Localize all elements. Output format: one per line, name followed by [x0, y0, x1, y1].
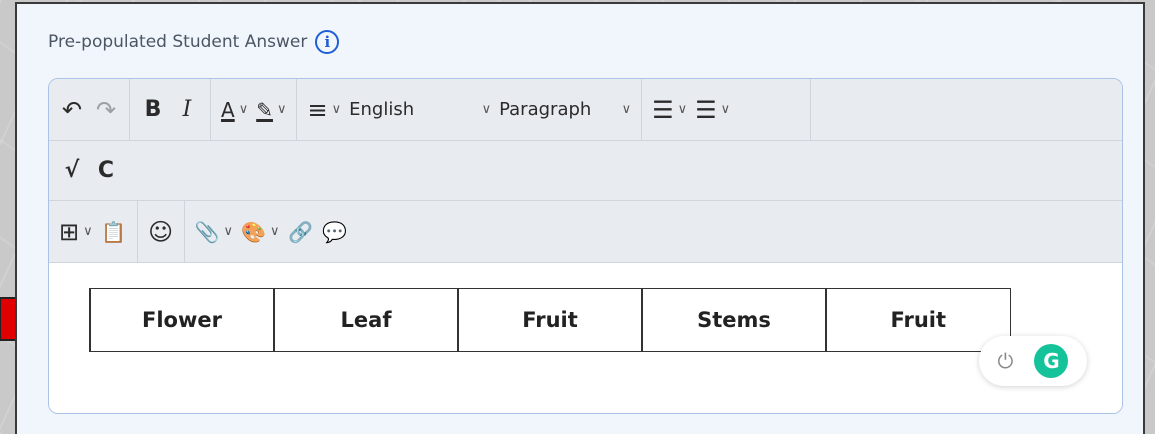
chevron-down-icon: ∨: [276, 102, 287, 117]
paperclip-icon: 📎: [194, 219, 220, 244]
emoji-icon[interactable]: ☺: [144, 212, 178, 252]
editor-content[interactable]: Flower Leaf Fruit Stems Fruit ⏻ G: [49, 263, 1122, 413]
chevron-down-icon: ∨: [720, 102, 731, 117]
section-label-text: Pre-populated Student Answer: [48, 32, 308, 52]
link-icon[interactable]: 🔗: [283, 212, 317, 252]
redo-icon[interactable]: ↷: [89, 90, 123, 130]
word-table[interactable]: Flower Leaf Fruit Stems Fruit: [89, 288, 1011, 352]
table-cell[interactable]: Fruit: [825, 288, 1011, 352]
list-group: ☰ ∨ ☰ ∨: [641, 79, 812, 140]
numbered-list-icon: ☰: [652, 95, 674, 124]
chevron-down-icon: ∨: [269, 224, 280, 239]
table-button[interactable]: ⊞ ∨: [55, 212, 97, 252]
numbered-list-button[interactable]: ☰ ∨: [648, 90, 691, 130]
grammarly-widget: ⏻ G: [979, 336, 1087, 386]
table-row: Flower Leaf Fruit Stems Fruit: [89, 288, 1011, 352]
bullet-list-button[interactable]: ☰ ∨: [691, 90, 734, 130]
grammarly-logo-icon[interactable]: G: [1034, 344, 1069, 378]
color-group: A ∨ ✎ ∨: [211, 79, 298, 140]
table-icon: ⊞: [59, 217, 80, 246]
palette-button[interactable]: 🎨 ∨: [237, 212, 283, 252]
chevron-down-icon: ∨: [223, 224, 234, 239]
toolbar-row-3: ⊞ ∨ 📋 ☺ 📎 ∨ 🎨 ∨ 🔗 💬: [49, 201, 1122, 263]
highlight-button[interactable]: ✎ ∨: [252, 90, 290, 130]
insert-group: 📎 ∨ 🎨 ∨ 🔗 💬: [185, 201, 358, 262]
block-format-value: Paragraph: [499, 99, 592, 120]
font-color-button[interactable]: A ∨: [217, 90, 252, 130]
toolbar-row-1: ↶ ↷ B I A ∨ ✎ ∨ ≡ ∨ English ∨ Paragraph …: [49, 79, 1122, 141]
section-heading: Pre-populated Student Answer i: [48, 30, 340, 54]
comment-icon[interactable]: 💬: [317, 212, 351, 252]
highlighter-icon: ✎: [256, 97, 273, 122]
emoji-group: ☺: [138, 201, 185, 262]
chevron-down-icon: ∨: [677, 102, 688, 117]
language-value: English: [349, 99, 415, 120]
align-left-icon: ≡: [307, 95, 328, 124]
chevron-down-icon: ∨: [238, 102, 249, 117]
undo-icon[interactable]: ↶: [55, 90, 89, 130]
info-icon[interactable]: i: [315, 30, 340, 54]
format-group: B I: [130, 79, 211, 140]
palette-icon: 🎨: [241, 219, 266, 244]
chemistry-icon[interactable]: C: [89, 151, 123, 191]
table-cell[interactable]: Fruit: [457, 288, 643, 352]
power-icon[interactable]: ⏻: [998, 349, 1014, 373]
chevron-down-icon: ∨: [83, 224, 93, 239]
paste-text-icon[interactable]: 📋: [97, 212, 131, 252]
align-button[interactable]: ≡ ∨: [303, 90, 345, 130]
math-icon[interactable]: √: [55, 151, 89, 191]
table-cell[interactable]: Leaf: [273, 288, 459, 352]
italic-button[interactable]: I: [170, 90, 204, 130]
paragraph-group: ≡ ∨ English ∨ Paragraph ∨: [297, 79, 641, 140]
table-cell[interactable]: Flower: [89, 288, 275, 352]
bullet-list-icon: ☰: [695, 95, 717, 124]
history-group: ↶ ↷: [49, 79, 130, 140]
language-dropdown[interactable]: English ∨: [345, 90, 495, 130]
toolbar-row-2: √ C: [49, 141, 1122, 201]
math-group: √ C: [49, 141, 129, 200]
font-color-icon: A: [221, 97, 235, 122]
chevron-down-icon: ∨: [481, 102, 492, 117]
bold-button[interactable]: B: [136, 90, 170, 130]
chevron-down-icon: ∨: [331, 102, 342, 117]
rich-text-editor: ↶ ↷ B I A ∨ ✎ ∨ ≡ ∨ English ∨ Paragraph …: [48, 78, 1123, 414]
attach-button[interactable]: 📎 ∨: [191, 212, 237, 252]
table-group: ⊞ ∨ 📋: [49, 201, 138, 262]
block-format-dropdown[interactable]: Paragraph ∨: [495, 90, 635, 130]
chevron-down-icon: ∨: [621, 102, 632, 117]
table-cell[interactable]: Stems: [641, 288, 827, 352]
